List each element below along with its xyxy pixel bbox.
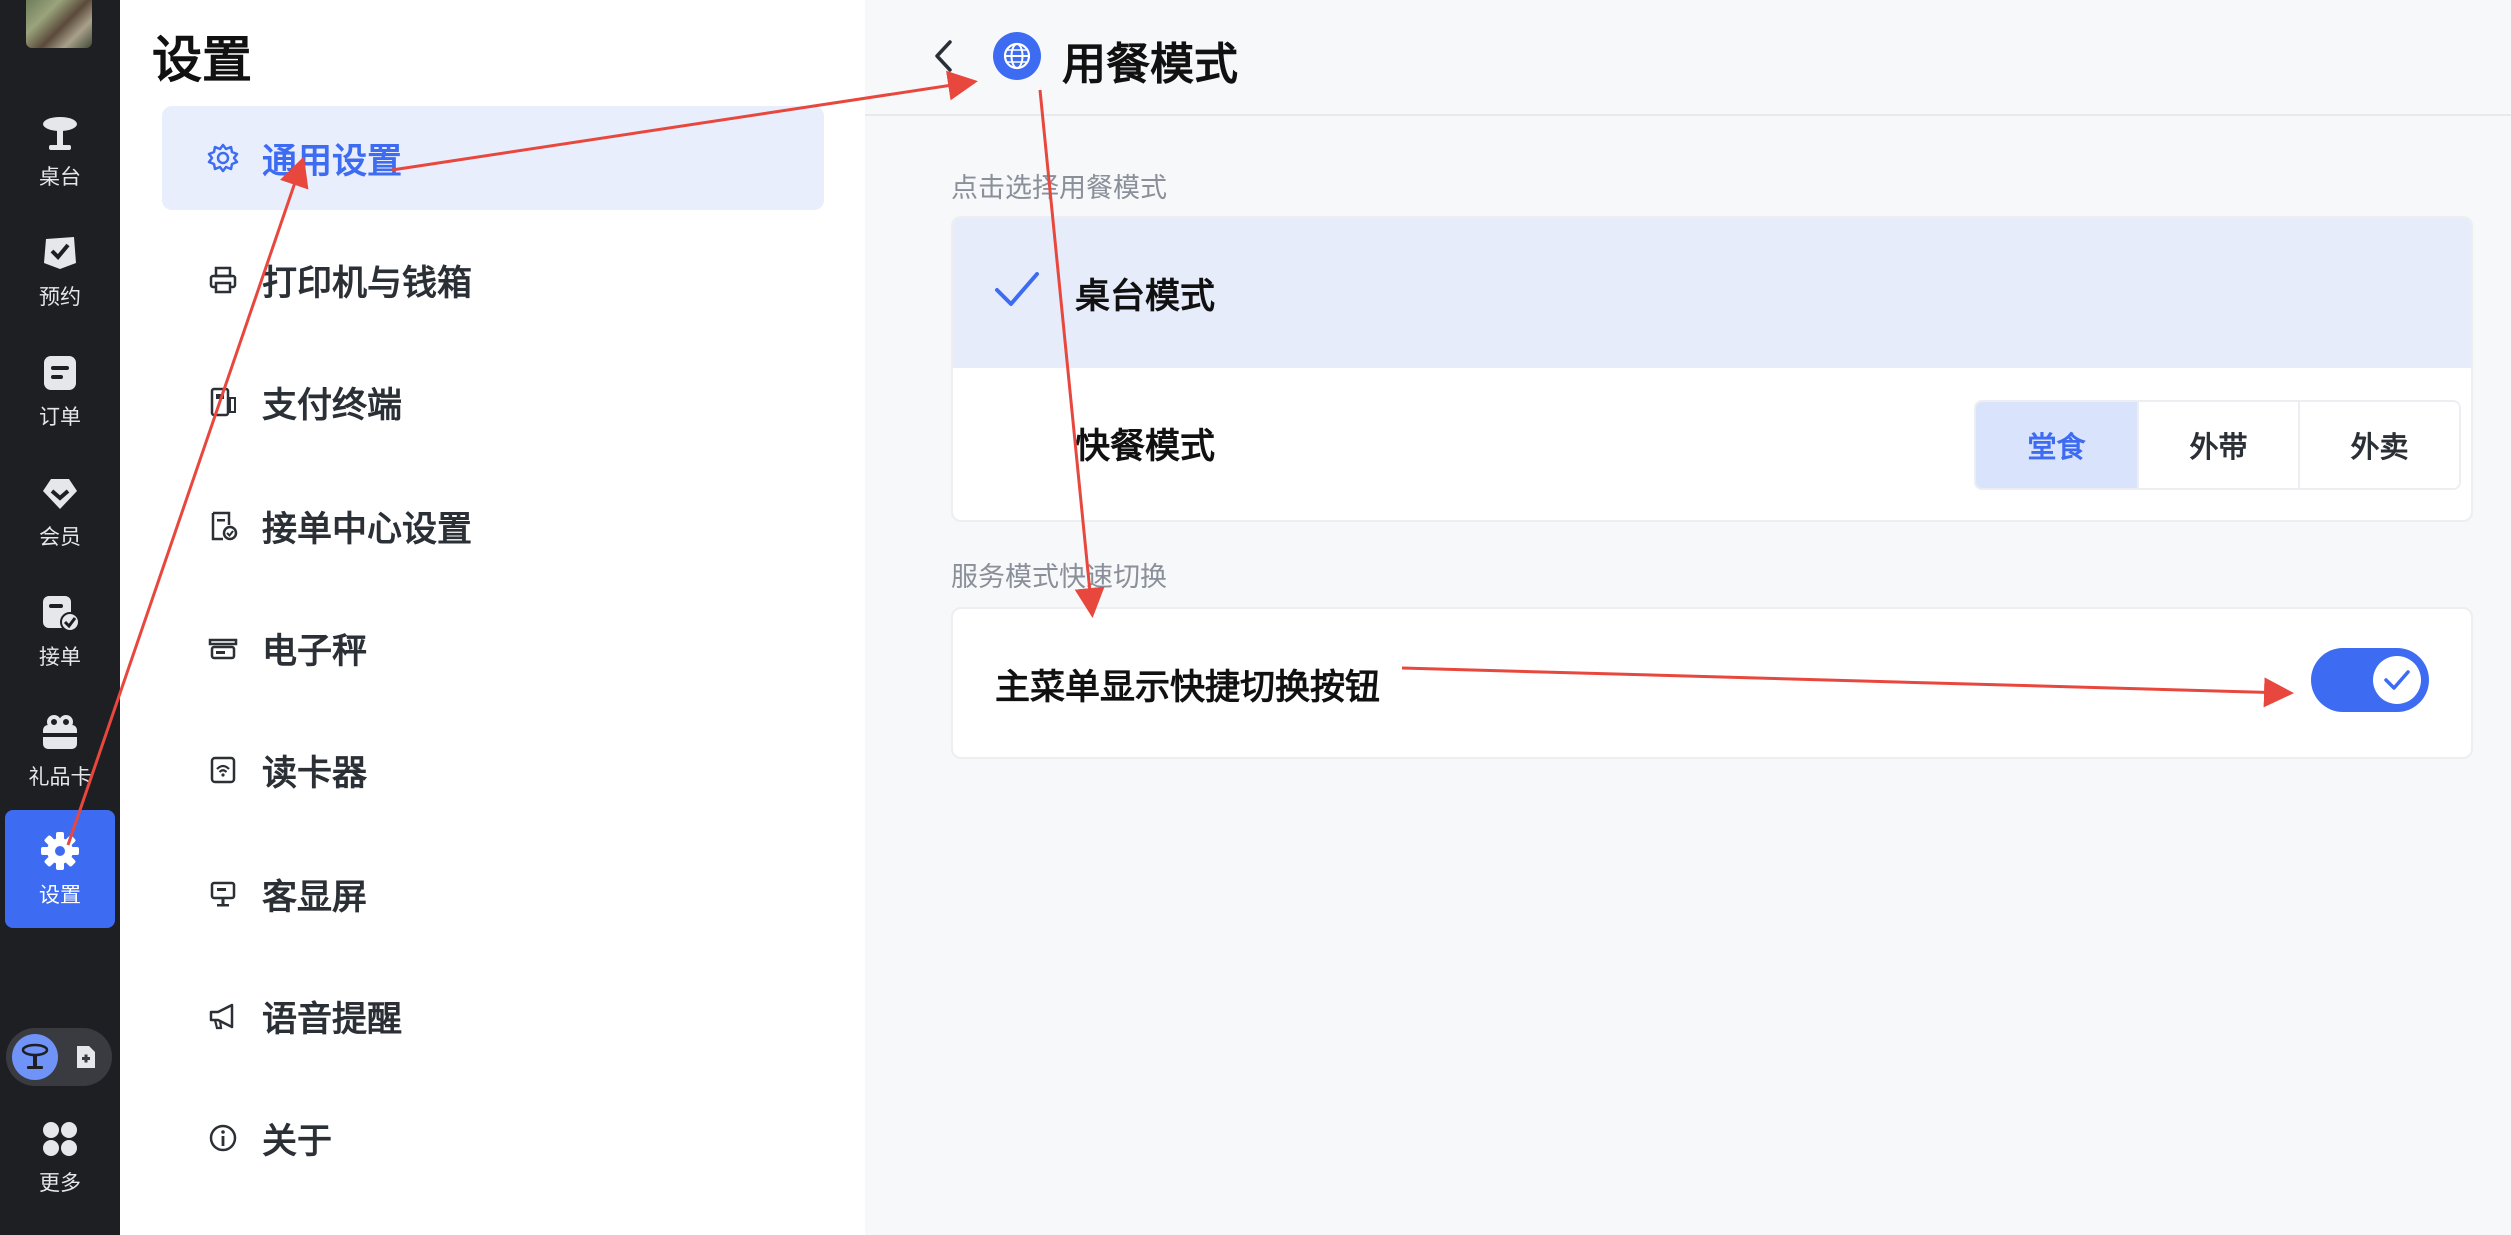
dining-mode-section-label: 点击选择用餐模式 — [951, 173, 1167, 204]
option-label: 快餐模式 — [1075, 426, 1216, 467]
accept-order-icon — [38, 591, 82, 635]
menu-item-label: 打印机与钱箱 — [262, 263, 473, 304]
gear-icon — [206, 141, 240, 175]
rail-item-more[interactable]: 更多 — [5, 1098, 115, 1216]
mode-quick-switch[interactable] — [6, 1028, 112, 1086]
quick-switch-label: 主菜单显示快捷切换按钮 — [995, 667, 1381, 708]
settings-gear-icon — [38, 829, 82, 873]
rail-item-orders[interactable]: 订单 — [5, 332, 115, 450]
rail-label: 设置 — [39, 883, 81, 907]
menu-item-label: 读卡器 — [262, 753, 368, 794]
left-nav-rail: 桌台 预约 订单 会员 接单 礼品卡 设置 更多 — [0, 0, 120, 1235]
fast-food-mode-icon — [72, 1043, 100, 1071]
rail-label: 预约 — [39, 285, 81, 309]
gift-card-icon — [38, 711, 82, 755]
rail-label: 桌台 — [39, 165, 81, 189]
settings-menu-column: 设置 通用设置 打印机与钱箱 支付终端 接单中心设置 电子秤 读卡器 客显屏 语… — [120, 0, 865, 1235]
rail-label: 更多 — [39, 1171, 81, 1195]
order-icon — [38, 351, 82, 395]
quick-switch-section-label: 服务模式快速切换 — [951, 562, 1167, 593]
menu-item-label: 客显屏 — [262, 877, 368, 918]
page-title: 设置 — [152, 31, 252, 89]
fast-food-service-segmented-control: 堂食 外带 外卖 — [1974, 400, 2461, 490]
rail-label: 会员 — [39, 525, 81, 549]
reservation-icon — [38, 231, 82, 275]
menu-item-card-reader[interactable]: 读卡器 — [162, 718, 824, 822]
detail-header: 用餐模式 — [865, 0, 2511, 116]
menu-item-voice-alert[interactable]: 语音提醒 — [162, 964, 824, 1068]
menu-item-label: 接单中心设置 — [262, 509, 473, 550]
menu-item-about[interactable]: 关于 — [162, 1086, 824, 1190]
back-button[interactable] — [925, 36, 961, 76]
rail-item-accept-orders[interactable]: 接单 — [5, 572, 115, 690]
detail-title: 用餐模式 — [1062, 39, 1238, 90]
detail-panel: 用餐模式 点击选择用餐模式 桌台模式 快餐模式 堂食 外带 外卖 服务模式快速切… — [865, 0, 2511, 1235]
menu-item-label: 电子秤 — [262, 631, 368, 672]
megaphone-icon — [206, 999, 240, 1033]
quick-switch-toggle[interactable] — [2311, 648, 2429, 712]
scale-icon — [206, 631, 240, 665]
menu-item-order-center[interactable]: 接单中心设置 — [162, 474, 824, 578]
menu-item-printer[interactable]: 打印机与钱箱 — [162, 228, 824, 332]
menu-item-label: 关于 — [262, 1121, 333, 1162]
menu-item-label: 语音提醒 — [262, 999, 403, 1040]
menu-item-customer-display[interactable]: 客显屏 — [162, 842, 824, 946]
rail-label: 礼品卡 — [28, 765, 92, 789]
segment-dine-in[interactable]: 堂食 — [1976, 402, 2137, 488]
option-fast-food-mode[interactable]: 快餐模式 堂食 外带 外卖 — [953, 368, 2471, 518]
chevron-left-icon — [935, 40, 952, 72]
menu-item-label: 通用设置 — [262, 141, 403, 182]
customer-display-icon — [206, 877, 240, 911]
dining-mode-card: 桌台模式 快餐模式 堂食 外带 外卖 — [951, 216, 2473, 522]
menu-item-scale[interactable]: 电子秤 — [162, 596, 824, 700]
order-center-icon — [206, 509, 240, 543]
segment-takeaway[interactable]: 外带 — [2137, 402, 2298, 488]
menu-item-label: 支付终端 — [262, 385, 403, 426]
rail-label: 订单 — [39, 405, 81, 429]
printer-icon — [206, 263, 240, 297]
rail-item-members[interactable]: 会员 — [5, 452, 115, 570]
info-icon — [206, 1121, 240, 1155]
quick-switch-card: 主菜单显示快捷切换按钮 — [951, 607, 2473, 759]
table-mode-icon — [12, 1034, 58, 1080]
rail-item-gift-card[interactable]: 礼品卡 — [5, 692, 115, 810]
menu-item-payment-terminal[interactable]: 支付终端 — [162, 350, 824, 454]
more-apps-icon — [38, 1117, 82, 1161]
rail-item-settings[interactable]: 设置 — [5, 810, 115, 928]
card-reader-icon — [206, 753, 240, 787]
check-icon — [995, 272, 1039, 306]
quick-switch-row: 主菜单显示快捷切换按钮 — [953, 609, 2471, 757]
menu-item-general[interactable]: 通用设置 — [162, 106, 824, 210]
payment-terminal-icon — [206, 385, 240, 419]
segment-delivery[interactable]: 外卖 — [2298, 402, 2459, 488]
rail-item-table[interactable]: 桌台 — [5, 92, 115, 210]
rail-label: 接单 — [39, 645, 81, 669]
store-avatar[interactable] — [26, 0, 92, 48]
toggle-check-icon — [2373, 656, 2421, 704]
table-icon — [38, 111, 82, 155]
member-icon — [38, 471, 82, 515]
rail-item-reservation[interactable]: 预约 — [5, 212, 115, 330]
globe-icon — [993, 32, 1041, 80]
option-table-mode[interactable]: 桌台模式 — [953, 218, 2471, 368]
option-label: 桌台模式 — [1075, 276, 1216, 317]
